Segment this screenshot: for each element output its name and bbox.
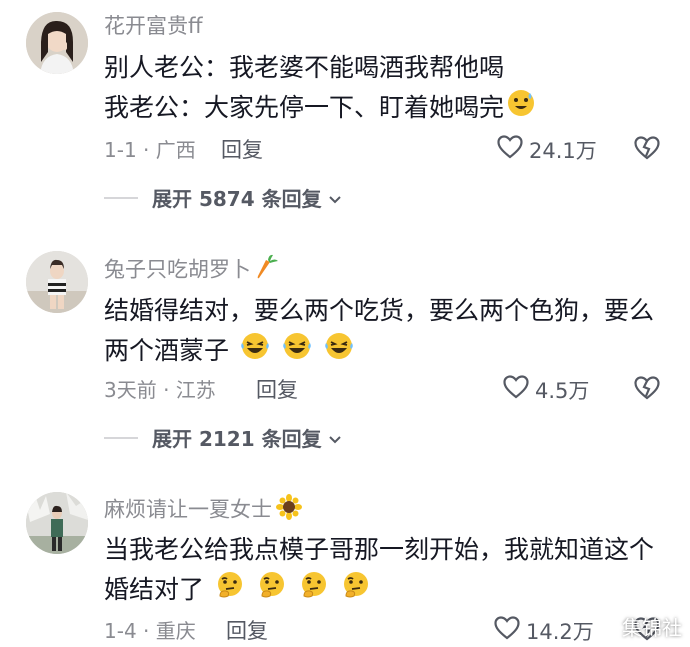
divider-line (104, 436, 138, 439)
heart-icon (497, 135, 523, 166)
comment-line: 我老公：大家先停一下、盯着她喝完 (104, 88, 664, 130)
like-button[interactable]: 24.1万 (497, 135, 597, 166)
username[interactable]: 麻烦请让一夏女士 (104, 494, 302, 527)
laughing-tears-emoji (281, 331, 313, 373)
laughing-tears-emoji (239, 331, 271, 373)
reply-button[interactable]: 回复 (226, 617, 268, 645)
like-button[interactable]: 14.2万 (494, 616, 594, 647)
thinking-face-emoji (298, 570, 330, 612)
reply-button[interactable]: 回复 (256, 376, 298, 404)
heart-icon (503, 375, 529, 406)
thinking-face-emoji (214, 570, 246, 612)
watermark-text: 集锦社 (622, 616, 682, 640)
watermark: 集锦社 (594, 612, 682, 641)
chevron-down-icon (328, 186, 342, 210)
broken-heart-icon (634, 136, 660, 164)
comment-text: 结婚得结对，要么两个吃货，要么两个色狗，要么 两个酒蒙子 (104, 291, 664, 373)
chevron-down-icon (328, 426, 342, 450)
comment-meta: 1-4 · 重庆 (104, 619, 196, 643)
broken-heart-icon (634, 376, 660, 404)
comment-text: 当我老公给我点模子哥那一刻开始，我就知道这个 婚结对了 (104, 530, 664, 612)
like-count: 4.5万 (535, 378, 590, 403)
reply-button[interactable]: 回复 (221, 136, 263, 164)
sweat-grin-emoji (506, 88, 536, 130)
like-button[interactable]: 4.5万 (503, 375, 589, 406)
comment-meta: 3天前 · 江苏 (104, 378, 216, 402)
like-count: 14.2万 (526, 619, 594, 644)
comment-line: 两个酒蒙子 (104, 331, 664, 373)
dislike-button[interactable] (634, 136, 660, 164)
comment-meta: 1-1 · 广西 (104, 138, 196, 162)
expand-replies-button[interactable]: 展开 2121 条回复 (104, 423, 342, 452)
weibo-logo-icon (594, 614, 618, 639)
thinking-face-emoji (256, 570, 288, 612)
expand-replies-label: 展开 5874 条回复 (152, 187, 322, 211)
avatar[interactable] (26, 251, 88, 313)
expand-replies-label: 展开 2121 条回复 (152, 427, 322, 451)
laughing-tears-emoji (323, 331, 355, 373)
expand-replies-button[interactable]: 展开 5874 条回复 (104, 183, 342, 212)
carrot-icon (255, 254, 279, 287)
thinking-face-emoji (340, 570, 372, 612)
comment-line: 结婚得结对，要么两个吃货，要么两个色狗，要么 (104, 296, 655, 325)
comment-text: 别人老公：我老婆不能喝酒我帮他喝 我老公：大家先停一下、盯着她喝完 (104, 48, 664, 130)
dislike-button[interactable] (634, 376, 660, 404)
divider-line (104, 196, 138, 199)
username[interactable]: 兔子只吃胡罗卜 (104, 254, 279, 287)
avatar[interactable] (26, 12, 88, 74)
avatar[interactable] (26, 492, 88, 554)
heart-icon (494, 616, 520, 647)
username[interactable]: 花开富贵ff (104, 12, 202, 40)
comment-line: 别人老公：我老婆不能喝酒我帮他喝 (104, 53, 505, 82)
like-count: 24.1万 (529, 138, 597, 163)
comment-line: 婚结对了 (104, 570, 664, 612)
sunflower-icon (276, 494, 302, 527)
comment-line: 当我老公给我点模子哥那一刻开始，我就知道这个 (104, 535, 655, 564)
